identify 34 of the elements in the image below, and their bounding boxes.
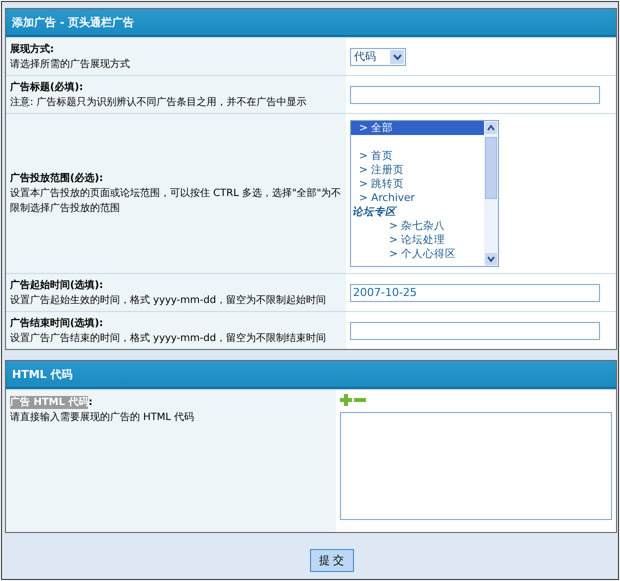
- field-hint: 设置本广告投放的页面或论坛范围，可以按住 CTRL 多选，选择"全部"为不限制选择广告投放的范围: [10, 186, 342, 216]
- field-label: 展现方式:: [10, 42, 55, 56]
- list-option[interactable]: > 个人心得区: [351, 247, 484, 261]
- scope-list-box[interactable]: > 全部 > 首页 > 注册页 > 跳转页 > Archiver 论坛专区 > 杂七杂八 > 论坛处理 > 个人心得区: [350, 120, 499, 267]
- field-hint: 注意: 广告标题只为识别辨认不同广告条目之用，并不在广告中显示: [10, 96, 308, 110]
- list-option[interactable]: > 跳转页: [351, 177, 484, 191]
- list-option[interactable]: > 全部: [351, 121, 484, 135]
- option-group-label: 论坛专区: [351, 205, 398, 219]
- display-mode-select[interactable]: 代码: [350, 48, 406, 66]
- input-field[interactable]: [350, 322, 600, 340]
- field-label: 广告标题(必填):: [10, 80, 84, 94]
- scroll-down-icon[interactable]: [485, 253, 497, 265]
- field-hint: 请选择所需的广告展现方式: [10, 58, 131, 72]
- field-label: 广告起始时间(选填):: [10, 278, 104, 292]
- list-option[interactable]: > 注册页: [351, 163, 484, 177]
- submit-button[interactable]: 提 交: [310, 549, 354, 572]
- scrollbar[interactable]: [484, 121, 498, 266]
- html-code-textarea[interactable]: [340, 412, 612, 520]
- field-hint: 设置广告起始生效的时间，格式 yyyy-mm-dd，留空为不限制起始时间: [10, 294, 328, 308]
- list-option[interactable]: > 首页: [351, 149, 484, 163]
- list-option[interactable]: > Archiver: [351, 191, 484, 205]
- field-hint: 请直接输入需要展现的广告的 HTML 代码: [10, 410, 196, 425]
- field-label: 广告结束时间(选填):: [10, 316, 104, 330]
- plus-minus-icon[interactable]: [340, 394, 366, 406]
- section-header: HTML 代码: [6, 361, 616, 389]
- input-field[interactable]: 2007-10-25: [350, 284, 600, 302]
- input-field[interactable]: [350, 86, 600, 104]
- list-option[interactable]: > 论坛处理: [351, 233, 484, 247]
- caret-icon: [392, 54, 402, 60]
- field-label: 广告投放范围(必选):: [10, 171, 104, 186]
- field-hint: 设置广告广告结束的时间，格式 yyyy-mm-dd，留空为不限制结束时间: [10, 332, 328, 346]
- section-header: 添加广告 - 页头通栏广告: [6, 9, 616, 37]
- list-option[interactable]: > 杂七杂八: [351, 219, 484, 233]
- scroll-up-icon[interactable]: [485, 122, 497, 134]
